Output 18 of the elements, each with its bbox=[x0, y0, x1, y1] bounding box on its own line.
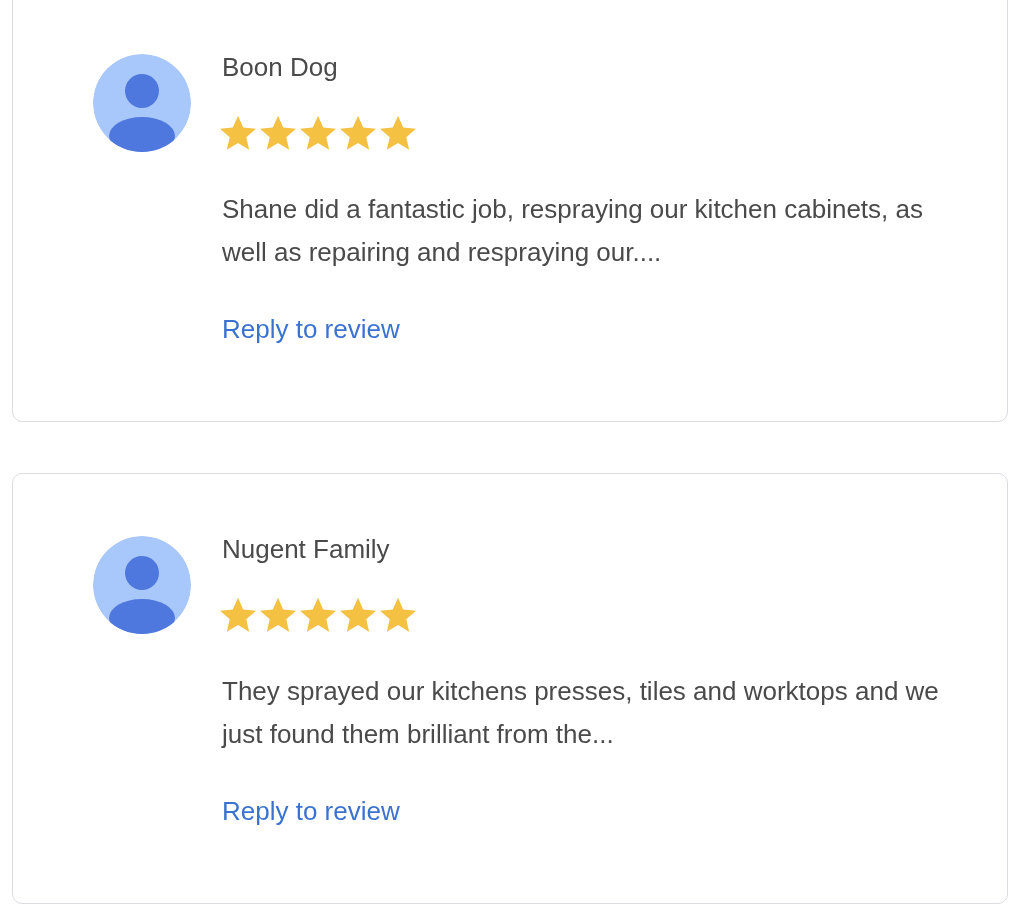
reviewer-name: Boon Dog bbox=[222, 52, 339, 82]
star-icon bbox=[380, 597, 416, 633]
star-icon bbox=[260, 115, 296, 151]
star-icon bbox=[340, 597, 376, 633]
star-icon bbox=[260, 597, 296, 633]
reply-link[interactable]: Reply to review bbox=[222, 794, 400, 828]
star-icon bbox=[220, 597, 256, 633]
star-icon bbox=[220, 115, 256, 151]
star-icon bbox=[300, 597, 336, 633]
reply-link[interactable]: Reply to review bbox=[222, 312, 400, 346]
star-icon bbox=[340, 115, 376, 151]
review-text: Shane did a fantastic job, respraying our kitchen cabinets, as well as repairing and respraying our.... bbox=[222, 193, 924, 269]
avatar-icon bbox=[93, 54, 191, 152]
star-icon bbox=[380, 115, 416, 151]
review-text: They sprayed our kitchens presses, tiles and worktops and we just found them brilliant from the... bbox=[222, 675, 940, 751]
avatar-icon bbox=[93, 536, 191, 634]
star-icon bbox=[300, 115, 336, 151]
reviewer-name: Nugent Family bbox=[222, 534, 391, 564]
